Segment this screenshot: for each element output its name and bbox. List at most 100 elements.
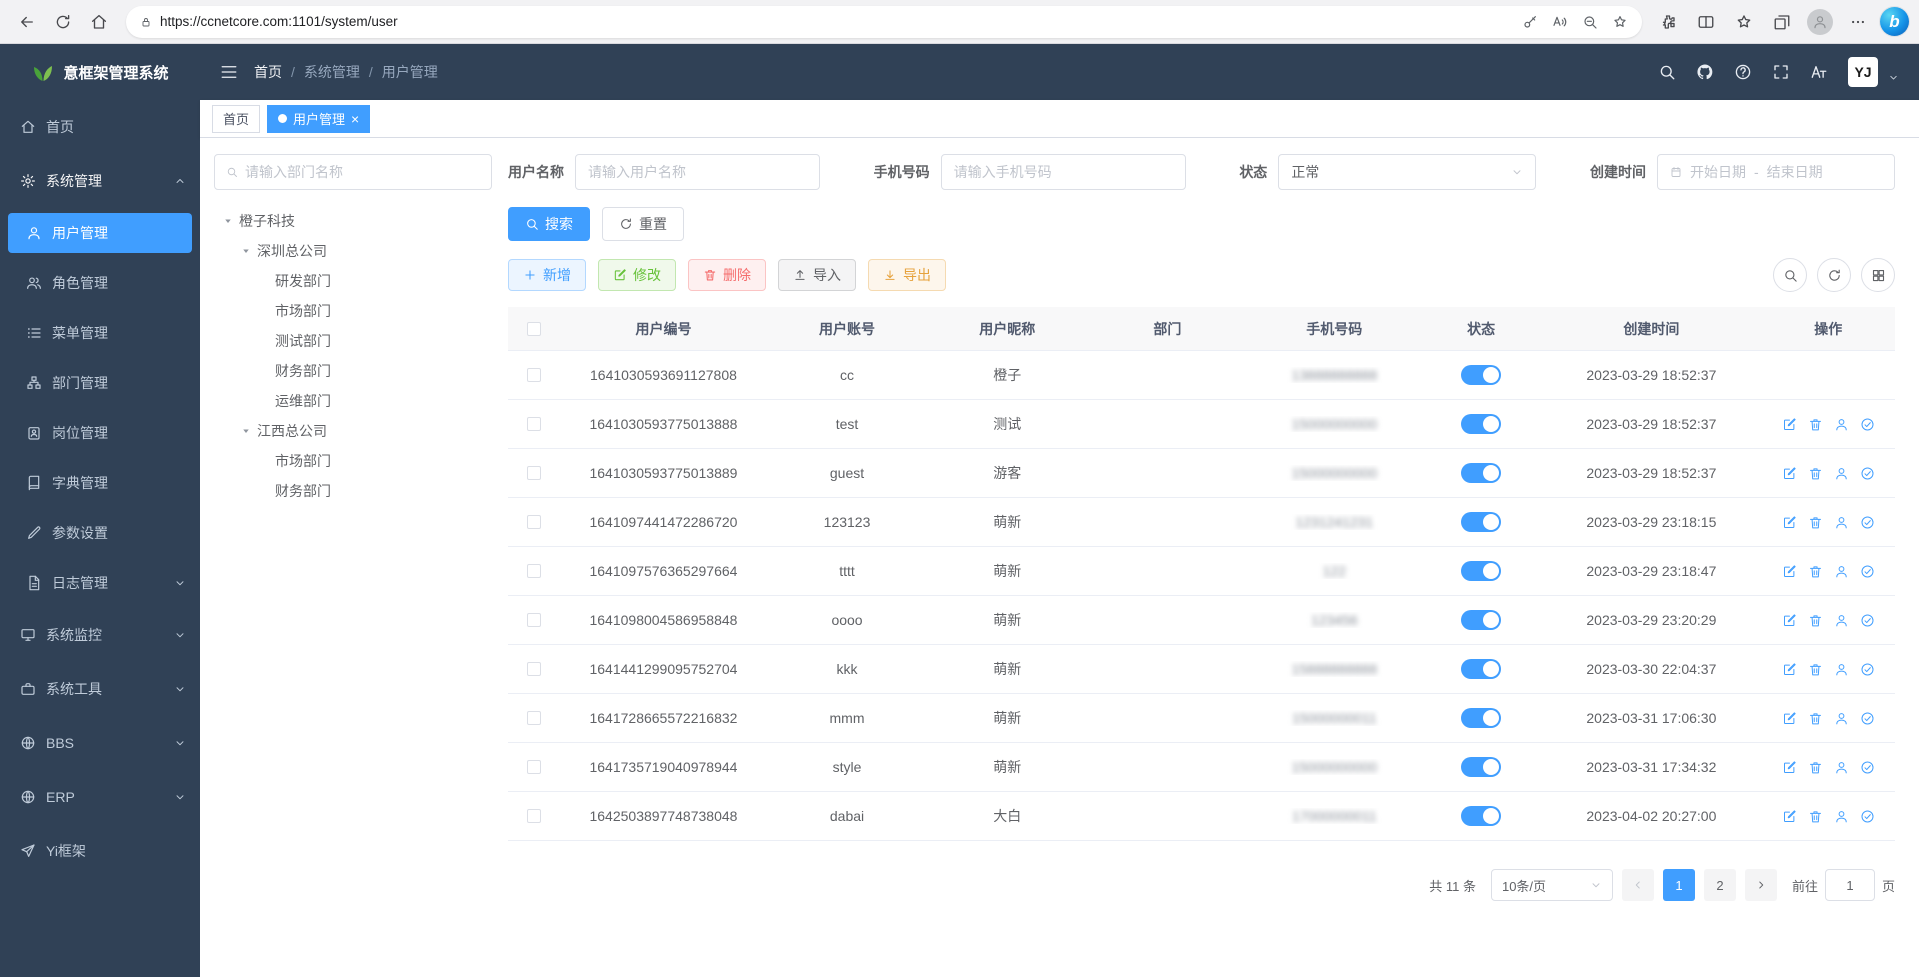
breadcrumb-item[interactable]: 首页	[254, 62, 282, 82]
status-toggle[interactable]	[1461, 365, 1501, 385]
status-toggle[interactable]	[1461, 414, 1501, 434]
row-check-circle-icon[interactable]	[1860, 711, 1875, 726]
row-edit-square-icon[interactable]	[1782, 564, 1797, 579]
goto-page-input[interactable]	[1825, 869, 1875, 901]
tree-node[interactable]: 橙子科技	[214, 206, 492, 236]
row-edit-square-icon[interactable]	[1782, 760, 1797, 775]
row-trash-icon[interactable]	[1808, 613, 1823, 628]
page-button-1[interactable]: 1	[1663, 869, 1695, 901]
url-input[interactable]	[160, 14, 1514, 29]
star-icon[interactable]	[1612, 14, 1628, 30]
row-edit-square-icon[interactable]	[1782, 711, 1797, 726]
more-icon[interactable]	[1842, 6, 1874, 38]
sidebar-item-user-mgmt[interactable]: 用户管理	[8, 213, 192, 253]
fullscreen-icon[interactable]	[1772, 63, 1790, 81]
font-size-icon[interactable]	[1810, 63, 1828, 81]
reset-button[interactable]: 重置	[602, 207, 684, 241]
status-toggle[interactable]	[1461, 610, 1501, 630]
zoom-out-icon[interactable]	[1582, 14, 1598, 30]
status-toggle[interactable]	[1461, 806, 1501, 826]
sidebar-item-dept-mgmt[interactable]: 部门管理	[0, 358, 200, 408]
toolbar-search-icon[interactable]	[1773, 258, 1807, 292]
page-button-2[interactable]: 2	[1704, 869, 1736, 901]
tree-node[interactable]: 江西总公司	[214, 416, 492, 446]
home-button[interactable]	[82, 5, 116, 39]
department-search-input[interactable]	[245, 164, 480, 180]
row-checkbox[interactable]	[527, 368, 541, 382]
row-check-circle-icon[interactable]	[1860, 662, 1875, 677]
row-edit-square-icon[interactable]	[1782, 662, 1797, 677]
refresh-button[interactable]	[46, 5, 80, 39]
row-check-circle-icon[interactable]	[1860, 809, 1875, 824]
sidebar-item-system[interactable]: 系统管理	[0, 154, 200, 208]
sidebar-item-role-mgmt[interactable]: 角色管理	[0, 258, 200, 308]
row-person-icon[interactable]	[1834, 466, 1849, 481]
row-person-icon[interactable]	[1834, 809, 1849, 824]
tree-node[interactable]: 深圳总公司	[214, 236, 492, 266]
row-person-icon[interactable]	[1834, 564, 1849, 579]
row-checkbox[interactable]	[527, 613, 541, 627]
status-toggle[interactable]	[1461, 757, 1501, 777]
bing-icon[interactable]: b	[1880, 7, 1909, 36]
avatar-caret-down-icon[interactable]	[1888, 72, 1899, 83]
favorites-star-icon[interactable]	[1728, 6, 1760, 38]
row-check-circle-icon[interactable]	[1860, 417, 1875, 432]
row-checkbox[interactable]	[527, 711, 541, 725]
row-checkbox[interactable]	[527, 760, 541, 774]
split-screen-icon[interactable]	[1690, 6, 1722, 38]
sidebar-item-home[interactable]: 首页	[0, 100, 200, 154]
row-trash-icon[interactable]	[1808, 662, 1823, 677]
row-person-icon[interactable]	[1834, 515, 1849, 530]
status-toggle[interactable]	[1461, 463, 1501, 483]
key-icon[interactable]	[1522, 14, 1538, 30]
prev-page-button[interactable]	[1622, 869, 1654, 901]
search-icon[interactable]	[1658, 63, 1676, 81]
status-select[interactable]: 正常	[1278, 154, 1536, 190]
sidebar-item-menu-mgmt[interactable]: 菜单管理	[0, 308, 200, 358]
sidebar-item-dict-mgmt[interactable]: 字典管理	[0, 458, 200, 508]
import-button[interactable]: 导入	[778, 259, 856, 291]
question-icon[interactable]	[1734, 63, 1752, 81]
status-toggle[interactable]	[1461, 512, 1501, 532]
edit-button[interactable]: 修改	[598, 259, 676, 291]
puzzle-icon[interactable]	[1652, 6, 1684, 38]
tree-node[interactable]: 测试部门	[214, 326, 492, 356]
row-edit-square-icon[interactable]	[1782, 613, 1797, 628]
row-person-icon[interactable]	[1834, 662, 1849, 677]
row-person-icon[interactable]	[1834, 613, 1849, 628]
row-person-icon[interactable]	[1834, 417, 1849, 432]
collections-icon[interactable]	[1766, 6, 1798, 38]
sidebar-item-yi-framework[interactable]: Yi框架	[0, 824, 200, 878]
row-trash-icon[interactable]	[1808, 760, 1823, 775]
phone-input[interactable]	[954, 164, 1173, 180]
row-check-circle-icon[interactable]	[1860, 564, 1875, 579]
row-check-circle-icon[interactable]	[1860, 515, 1875, 530]
add-button[interactable]: 新增	[508, 259, 586, 291]
sidebar-item-param-settings[interactable]: 参数设置	[0, 508, 200, 558]
sidebar-item-log-mgmt[interactable]: 日志管理	[0, 558, 200, 608]
row-edit-square-icon[interactable]	[1782, 515, 1797, 530]
row-checkbox[interactable]	[527, 564, 541, 578]
delete-button[interactable]: 删除	[688, 259, 766, 291]
sidebar-item-post-mgmt[interactable]: 岗位管理	[0, 408, 200, 458]
tree-node[interactable]: 研发部门	[214, 266, 492, 296]
row-trash-icon[interactable]	[1808, 564, 1823, 579]
row-check-circle-icon[interactable]	[1860, 760, 1875, 775]
row-trash-icon[interactable]	[1808, 809, 1823, 824]
row-trash-icon[interactable]	[1808, 417, 1823, 432]
username-input[interactable]	[588, 164, 807, 180]
tab-home[interactable]: 首页	[212, 105, 260, 133]
sidebar-item-bbs[interactable]: BBS	[0, 716, 200, 770]
sidebar-item-erp[interactable]: ERP	[0, 770, 200, 824]
row-edit-square-icon[interactable]	[1782, 417, 1797, 432]
tree-node[interactable]: 市场部门	[214, 446, 492, 476]
row-trash-icon[interactable]	[1808, 466, 1823, 481]
toolbar-refresh-icon[interactable]	[1817, 258, 1851, 292]
row-person-icon[interactable]	[1834, 760, 1849, 775]
tab-user-mgmt[interactable]: 用户管理×	[267, 105, 370, 133]
row-person-icon[interactable]	[1834, 711, 1849, 726]
row-checkbox[interactable]	[527, 515, 541, 529]
row-checkbox[interactable]	[527, 662, 541, 676]
tree-node[interactable]: 运维部门	[214, 386, 492, 416]
tree-node[interactable]: 市场部门	[214, 296, 492, 326]
